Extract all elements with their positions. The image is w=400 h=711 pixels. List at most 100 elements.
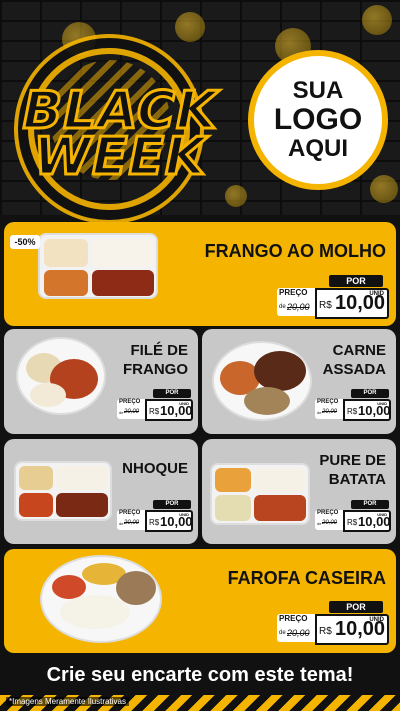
rice-portion [30,383,66,407]
black-week-title: BLACK WEEK [10,84,230,187]
unit-label: UNID [377,512,387,517]
product-name-line1: PURE DE [319,452,386,469]
preco-label: PREÇO [279,288,308,297]
marmita-tray-image [210,463,310,525]
unit-label: UNID [179,401,189,406]
sauce-compartment [19,493,53,517]
preco-label: PREÇO [317,399,339,405]
por-label: POR [153,500,191,509]
current-price-box: R$ 10,00 UNID [145,399,193,421]
preco-label: PREÇO [317,510,339,516]
unit-label: UNID [179,512,189,517]
de-label: de [279,304,286,310]
marmita-tray-image [14,461,112,521]
old-price: 20,00 [124,409,140,415]
por-label: POR [329,275,383,287]
currency-symbol: R$ [347,407,358,416]
price-tag: POR PREÇO de 20,00 R$ 10,00 UNID [315,389,391,421]
de-label: de [317,410,322,415]
currency-symbol: R$ [149,518,160,527]
current-price-box: R$ 10,00 UNID [343,399,391,421]
product-name-line1: CARNE [332,342,386,359]
chicken-compartment [92,270,154,296]
bowl-image [212,341,312,421]
preco-label: PREÇO [119,510,141,516]
beans-portion [116,571,156,605]
old-price-box: PREÇO de 20,00 [277,288,315,316]
currency-symbol: R$ [319,300,332,311]
product-name: FILÉ DE FRANGO [123,341,188,379]
currency-symbol: R$ [149,407,160,416]
current-price-box: R$ 10,00 UNID [315,288,389,319]
discount-badge: -50% [10,235,40,249]
meat-compartment [56,493,108,517]
price-tag: POR PREÇO de 20,00 R$ 10,00 UNID [277,601,389,645]
current-price-box: R$ 10,00 UNID [315,614,389,645]
unit-label: UNID [369,617,384,623]
old-price-box: PREÇO de 20,00 [277,614,315,642]
disclaimer-text: *Imagens Meramente Ilustrativas [6,697,129,706]
old-price: 20,00 [287,302,310,312]
de-label: de [317,521,322,526]
pure-compartment [215,495,251,521]
product-card-frango-ao-molho[interactable]: FRANGO AO MOLHO POR PREÇO de 20,00 R$ 10… [4,222,396,326]
marmita-tray-image [38,233,158,299]
price-tag: POR PREÇO de 20,00 R$ 10,00 UNID [277,275,389,319]
de-label: de [119,521,124,526]
product-name: FRANGO AO MOLHO [204,241,386,261]
beef-portion [254,351,306,391]
unit-label: UNID [369,291,384,297]
por-label: POR [351,500,389,509]
coin-decoration [175,12,205,42]
rice-compartment [92,239,154,267]
product-name-line2: FRANGO [123,361,188,378]
por-label: POR [153,389,191,398]
de-label: de [279,630,286,636]
logo-text-line1: SUA [292,77,344,104]
coin-decoration [362,5,392,35]
old-price: 20,00 [322,409,338,415]
old-price-box: PREÇO de 20,00 [117,510,145,530]
product-card-carne-assada[interactable]: CARNE ASSADA POR PREÇO de 20,00 R$ 10,00… [202,329,396,434]
preco-label: PREÇO [279,614,308,623]
bowl-image [40,555,162,643]
product-card-file-de-frango[interactable]: FILÉ DE FRANGO POR PREÇO de 20,00 R$ 10,… [4,329,198,434]
rice-compartment [254,468,306,492]
currency-symbol: R$ [319,626,332,637]
product-name: PURE DE BATATA [319,451,386,489]
product-name: FAROFA CASEIRA [227,568,386,588]
farofa-portion [244,387,290,415]
por-label: POR [329,601,383,613]
salad-compartment [44,270,88,296]
unit-label: UNID [377,401,387,406]
logo-placeholder[interactable]: SUA LOGO AQUI [248,50,388,190]
gnocchi-compartment [19,466,53,490]
logo-text-line3: AQUI [288,135,348,162]
product-card-pure-de-batata[interactable]: PURE DE BATATA POR PREÇO de 20,00 R$ 10,… [202,439,396,544]
old-price-box: PREÇO de 20,00 [315,510,343,530]
old-price-box: PREÇO de 20,00 [315,399,343,419]
product-card-farofa-caseira[interactable]: FAROFA CASEIRA POR PREÇO de 20,00 R$ 10,… [4,549,396,653]
product-name-line2: ASSADA [322,361,386,378]
price-tag: POR PREÇO de 20,00 R$ 10,00 UNID [117,389,193,421]
title-week: WEEK [32,127,207,187]
price-tag: POR PREÇO de 20,00 R$ 10,00 UNID [315,500,391,532]
rice-compartment [44,239,88,267]
rice-compartment [56,466,108,490]
rice-portion [60,595,130,629]
por-label: POR [351,389,389,398]
old-price-box: PREÇO de 20,00 [117,399,145,419]
cta-text: Crie seu encarte com este tema! [46,663,354,686]
coin-decoration [225,185,247,207]
coin-decoration [370,175,398,203]
product-name: CARNE ASSADA [323,341,386,379]
cta-banner[interactable]: Crie seu encarte com este tema! [0,655,400,695]
product-card-nhoque[interactable]: NHOQUE POR PREÇO de 20,00 R$ 10,00 UNID [4,439,198,544]
price-tag: POR PREÇO de 20,00 R$ 10,00 UNID [117,500,193,532]
product-name: NHOQUE [122,460,188,477]
meat-compartment [254,495,306,521]
current-price-box: R$ 10,00 UNID [343,510,391,532]
de-label: de [119,410,124,415]
currency-symbol: R$ [347,518,358,527]
old-price: 20,00 [287,628,310,638]
